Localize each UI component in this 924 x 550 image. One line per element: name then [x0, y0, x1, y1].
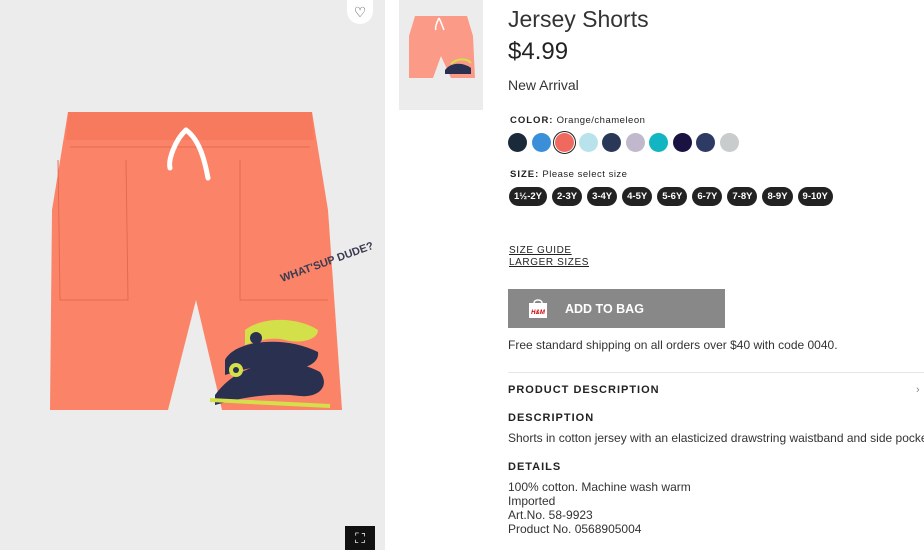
shipping-note: Free standard shipping on all orders ove… — [508, 338, 838, 352]
larger-sizes-link[interactable]: LARGER SIZES — [509, 257, 589, 269]
size-label-row: SIZE: Please select size — [510, 169, 627, 180]
chevron-icon[interactable]: › — [916, 384, 920, 396]
size-label: SIZE: — [510, 169, 540, 180]
product-price: $4.99 — [508, 38, 569, 65]
size-option[interactable]: 5-6Y — [657, 187, 688, 206]
product-title: Jersey Shorts — [508, 6, 649, 32]
fullscreen-icon: ⛶ — [355, 529, 365, 546]
details-line: Art.No. 58-9923 — [508, 508, 593, 522]
size-option[interactable]: 9-10Y — [797, 187, 833, 206]
add-to-bag-button[interactable]: H&M ADD TO BAG — [508, 289, 725, 328]
add-to-bag-label: ADD TO BAG — [565, 301, 644, 316]
color-swatch-lilac[interactable] — [625, 133, 645, 152]
size-option[interactable]: 2-3Y — [552, 187, 583, 206]
color-swatch-dark-blue[interactable] — [602, 133, 621, 152]
color-swatch-turquoise[interactable] — [649, 133, 668, 152]
color-swatch-navy[interactable] — [696, 133, 715, 152]
color-selected-value: Orange/chameleon — [556, 115, 646, 126]
size-option[interactable]: 1½-2Y — [509, 187, 547, 206]
size-options: 1½-2Y 2-3Y 3-4Y 4-5Y 5-6Y 6-7Y 7-8Y 8-9Y… — [509, 187, 833, 206]
description-text: Shorts in cotton jersey with an elastici… — [508, 431, 924, 445]
size-guide-link[interactable]: SIZE GUIDE — [509, 245, 589, 257]
new-arrival-badge: New Arrival — [508, 77, 579, 93]
size-option[interactable]: 7-8Y — [727, 187, 758, 206]
color-swatches — [508, 131, 739, 154]
size-option[interactable]: 8-9Y — [762, 187, 793, 206]
shopping-bag-icon: H&M — [529, 299, 547, 318]
description-heading: DESCRIPTION — [508, 412, 595, 424]
size-option[interactable]: 6-7Y — [692, 187, 723, 206]
shorts-illustration: WHAT'SUP DUDE? — [50, 112, 376, 410]
thumbnail-image[interactable] — [399, 0, 483, 110]
divider — [508, 372, 924, 373]
fullscreen-button[interactable]: ⛶ — [345, 526, 375, 550]
thumbnail-shorts-illustration — [409, 16, 475, 78]
color-swatch-dark-purple[interactable] — [672, 133, 692, 152]
size-option[interactable]: 3-4Y — [587, 187, 618, 206]
color-swatch-light-blue[interactable] — [578, 133, 598, 152]
color-swatch-navy-print[interactable] — [508, 133, 527, 152]
product-image[interactable]: WHAT'SUP DUDE? ♡ ⛶ — [0, 0, 385, 550]
size-hint: Please select size — [542, 169, 628, 180]
details-heading: DETAILS — [508, 461, 562, 473]
size-option[interactable]: 4-5Y — [622, 187, 653, 206]
color-swatch-orange-chameleon[interactable] — [553, 131, 576, 154]
color-swatch-blue[interactable] — [531, 133, 551, 152]
heart-icon: ♡ — [353, 3, 367, 20]
color-label-row: COLOR: Orange/chameleon — [510, 115, 645, 126]
size-links: SIZE GUIDE LARGER SIZES — [509, 245, 589, 269]
color-label: COLOR: — [510, 115, 554, 126]
details-line: Product No. 0568905004 — [508, 522, 642, 536]
details-line: Imported — [508, 494, 556, 508]
bag-logo-text: H&M — [531, 310, 546, 316]
color-swatch-light-gray[interactable] — [719, 133, 739, 152]
details-line: 100% cotton. Machine wash warm — [508, 480, 691, 494]
product-description-toggle[interactable]: PRODUCT DESCRIPTION — [508, 384, 660, 396]
details-list: 100% cotton. Machine wash warm Imported … — [508, 480, 691, 536]
